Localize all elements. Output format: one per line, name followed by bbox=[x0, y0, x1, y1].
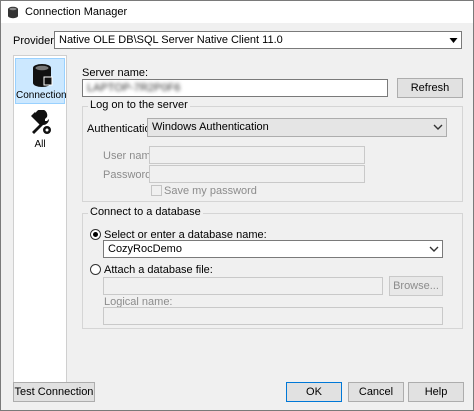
logon-legend: Log on to the server bbox=[88, 99, 190, 111]
server-name-label: Server name: bbox=[82, 67, 149, 79]
sidebar-item-all[interactable]: All bbox=[15, 106, 65, 152]
browse-button[interactable]: Browse... bbox=[389, 276, 443, 296]
database-icon bbox=[33, 64, 53, 87]
cancel-button[interactable]: Cancel bbox=[348, 382, 404, 402]
connection-manager-window: Connection Manager Provider: Native OLE … bbox=[0, 0, 474, 411]
database-name-value: CozyRocDemo bbox=[108, 243, 182, 255]
test-connection-button[interactable]: Test Connection bbox=[13, 382, 95, 402]
server-name-value: LAPTOP-7R2P0F6 bbox=[87, 82, 181, 94]
title-bar: Connection Manager bbox=[1, 1, 473, 23]
chevron-down-icon bbox=[429, 246, 439, 252]
attach-database-radio[interactable] bbox=[90, 264, 101, 275]
help-button[interactable]: Help bbox=[408, 382, 464, 402]
ok-button[interactable]: OK bbox=[286, 382, 342, 402]
provider-value: Native OLE DB\SQL Server Native Client 1… bbox=[59, 34, 283, 46]
password-input[interactable] bbox=[149, 165, 365, 183]
server-name-field[interactable]: LAPTOP-7R2P0F6 bbox=[82, 79, 388, 97]
select-database-radio[interactable] bbox=[90, 229, 101, 240]
database-legend: Connect to a database bbox=[88, 206, 203, 218]
sidebar-item-connection[interactable]: Connection bbox=[15, 58, 67, 104]
database-name-dropdown[interactable]: CozyRocDemo bbox=[103, 240, 443, 258]
save-password-label: Save my password bbox=[164, 185, 257, 197]
window-title: Connection Manager bbox=[25, 6, 128, 18]
password-label: Password: bbox=[103, 169, 155, 181]
save-password-checkbox[interactable] bbox=[151, 185, 162, 196]
chevron-down-icon bbox=[433, 124, 443, 130]
tools-icon bbox=[31, 110, 51, 134]
attach-database-label: Attach a database file: bbox=[104, 264, 213, 276]
chevron-down-icon bbox=[449, 38, 458, 43]
sidebar-item-label: Connection bbox=[16, 90, 67, 101]
provider-label: Provider: bbox=[13, 35, 58, 47]
username-input[interactable] bbox=[149, 146, 365, 164]
attach-file-input[interactable] bbox=[103, 277, 383, 295]
database-icon bbox=[8, 6, 18, 19]
authentication-value: Windows Authentication bbox=[152, 121, 269, 133]
sidebar: Connection All bbox=[13, 55, 67, 397]
sidebar-item-label: All bbox=[34, 139, 46, 150]
refresh-button[interactable]: Refresh bbox=[397, 78, 463, 98]
logical-name-input[interactable] bbox=[103, 307, 443, 325]
authentication-dropdown[interactable]: Windows Authentication bbox=[147, 118, 447, 137]
provider-dropdown[interactable]: Native OLE DB\SQL Server Native Client 1… bbox=[54, 31, 462, 49]
